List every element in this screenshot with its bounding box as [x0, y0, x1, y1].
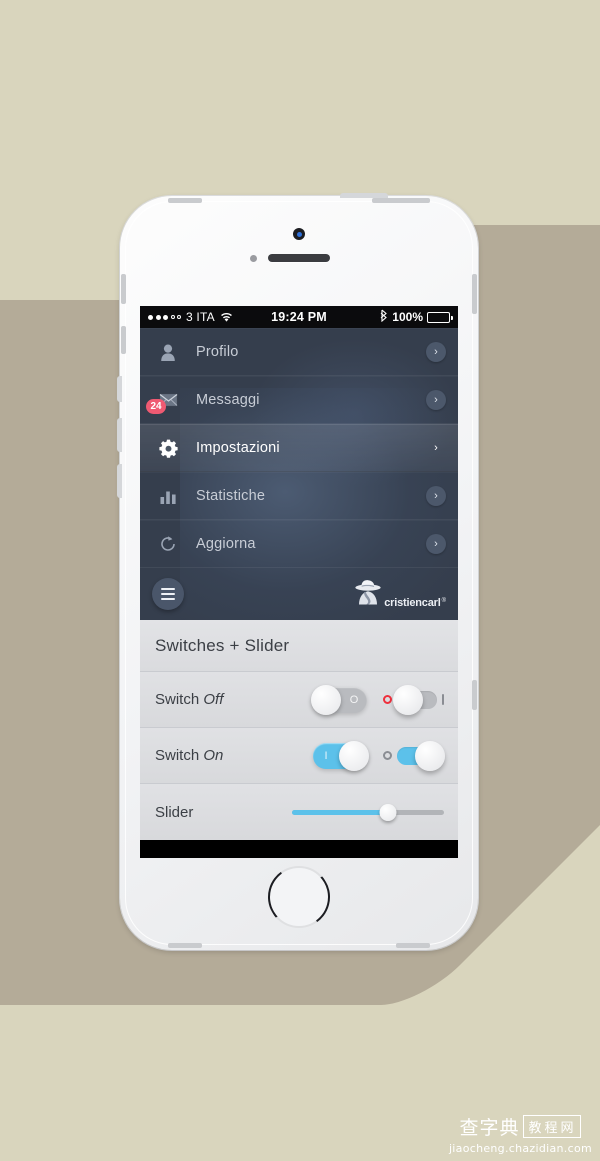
- dark-menu-panel: Profilo › 24 Messaggi › Impostazioni › S…: [140, 328, 458, 620]
- toggle-switch-b-on[interactable]: [383, 740, 445, 771]
- phone-band-bottom-left: [168, 943, 202, 948]
- chevron-right-icon[interactable]: ›: [426, 534, 446, 554]
- phone-band-bottom-right: [396, 943, 430, 948]
- status-bar-right-group: 100%: [379, 309, 453, 325]
- slider-row: Slider: [140, 784, 458, 840]
- battery-percent-label: 100%: [392, 310, 423, 324]
- panel-title: Switches + Slider: [140, 620, 458, 672]
- volume-down-button[interactable]: [117, 464, 122, 498]
- battery-full-icon: [427, 311, 453, 323]
- brand-logo: cristiencarl ®: [353, 579, 446, 610]
- menu-item-aggiorna[interactable]: Aggiorna ›: [140, 520, 458, 568]
- chevron-right-icon[interactable]: ›: [426, 438, 446, 458]
- proximity-sensor-icon: [250, 255, 257, 262]
- menu-footer: cristiencarl ®: [140, 568, 458, 620]
- toggle-b-track[interactable]: [397, 740, 445, 771]
- phone-device: 3 ITA 19:24 PM 100% Profilo › 24 Messagg…: [117, 193, 478, 950]
- switches-slider-panel: Switches + Slider Switch Off O Switch On…: [140, 620, 458, 840]
- switch-on-row: Switch On I: [140, 728, 458, 784]
- toggle-b-off-marker: [383, 695, 392, 704]
- menu-item-statistiche[interactable]: Statistiche ›: [140, 472, 458, 520]
- toggle-b-track[interactable]: [393, 684, 437, 715]
- slider-label: Slider: [155, 803, 194, 821]
- chevron-right-icon[interactable]: ›: [426, 342, 446, 362]
- toggle-switch-b-off[interactable]: [383, 684, 444, 715]
- hat-figure-logo-icon: [353, 579, 383, 610]
- menu-item-label: Profilo: [196, 344, 239, 360]
- menu-item-messaggi[interactable]: 24 Messaggi ›: [140, 376, 458, 424]
- phone-band-top-left: [168, 198, 202, 203]
- switch-on-label: Switch On: [155, 747, 224, 764]
- gear-icon: [140, 439, 196, 458]
- watermark-boxed-label: 教程网: [523, 1115, 582, 1138]
- toggle-a-off-glyph: O: [349, 693, 359, 706]
- switch-off-controls: O: [311, 684, 444, 715]
- front-camera-icon: [293, 228, 305, 240]
- menu-item-label: Impostazioni: [196, 440, 280, 456]
- menu-item-profilo[interactable]: Profilo ›: [140, 328, 458, 376]
- phone-band-left-upper: [121, 274, 126, 304]
- toggle-a-on-glyph: I: [324, 749, 328, 762]
- status-bar: 3 ITA 19:24 PM 100%: [140, 306, 458, 328]
- toggle-b-off-marker: [383, 751, 392, 760]
- toggle-switch-a-on[interactable]: I: [313, 740, 369, 771]
- menu-item-impostazioni[interactable]: Impostazioni ›: [140, 424, 458, 472]
- slider-knob[interactable]: [379, 803, 397, 821]
- watermark: 查字典 教程网 jiaocheng.chazidian.com: [449, 1113, 592, 1155]
- menu-item-label: Messaggi: [196, 392, 260, 408]
- switch-off-row: Switch Off O: [140, 672, 458, 728]
- chevron-right-icon[interactable]: ›: [426, 486, 446, 506]
- toggle-switch-a-off[interactable]: O: [311, 684, 367, 715]
- watermark-logo-row: 查字典 教程网: [449, 1113, 592, 1140]
- user-icon: [140, 344, 196, 361]
- watermark-cn-label: 查字典: [459, 1117, 520, 1139]
- phone-band-right-lower: [472, 680, 477, 710]
- menu-item-label: Aggiorna: [196, 536, 256, 552]
- menu-item-label: Statistiche: [196, 488, 266, 504]
- envelope-icon: 24: [140, 393, 196, 414]
- brand-name-label: cristiencarl: [384, 596, 441, 609]
- brand-registered-mark: ®: [441, 597, 446, 604]
- switch-on-controls: I: [313, 740, 445, 771]
- volume-up-button[interactable]: [117, 418, 122, 452]
- hamburger-icon[interactable]: [152, 578, 184, 610]
- slider-control[interactable]: [292, 802, 444, 822]
- power-button[interactable]: [340, 193, 388, 198]
- phone-band-left-lower: [121, 326, 126, 354]
- chevron-right-icon[interactable]: ›: [426, 390, 446, 410]
- unread-badge: 24: [146, 399, 166, 414]
- phone-band-top-right: [372, 198, 430, 203]
- toggle-a-knob[interactable]: [339, 740, 369, 771]
- bar-chart-icon: [140, 488, 196, 504]
- switch-off-label: Switch Off: [155, 691, 224, 708]
- refresh-icon: [140, 535, 196, 553]
- watermark-url: jiaocheng.chazidian.com: [448, 1142, 592, 1155]
- phone-screen: 3 ITA 19:24 PM 100% Profilo › 24 Messagg…: [140, 306, 458, 858]
- mute-switch-button[interactable]: [117, 376, 122, 402]
- toggle-b-knob[interactable]: [415, 740, 445, 771]
- toggle-b-knob[interactable]: [393, 684, 423, 715]
- toggle-a-knob[interactable]: [311, 684, 341, 715]
- earpiece-speaker: [268, 254, 330, 262]
- bluetooth-icon: [379, 309, 388, 325]
- phone-band-right-upper: [472, 274, 477, 314]
- toggle-b-on-marker: [442, 694, 444, 705]
- home-button[interactable]: [268, 866, 330, 928]
- slider-fill: [292, 809, 388, 815]
